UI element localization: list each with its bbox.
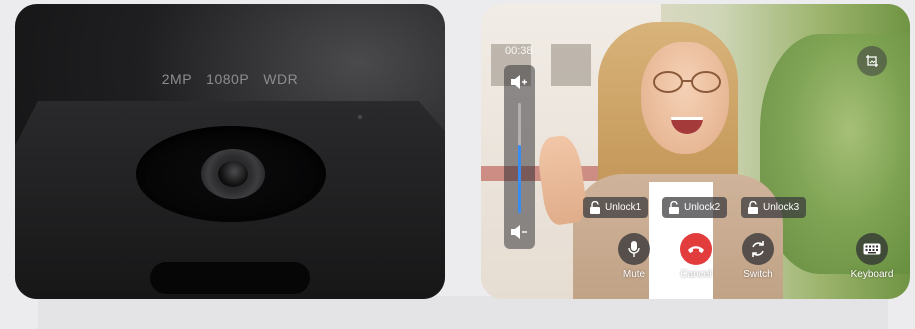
unlock-1-button[interactable]: Unlock1: [583, 197, 649, 218]
light-sensor: [358, 115, 362, 119]
keyboard-label: Keyboard: [850, 269, 894, 280]
volume-slider[interactable]: [504, 65, 535, 249]
volume-track[interactable]: [518, 103, 521, 213]
unlock-2-button[interactable]: Unlock2: [662, 197, 728, 218]
microphone-icon[interactable]: [618, 233, 650, 265]
unlock-3-button[interactable]: Unlock3: [741, 197, 807, 218]
video-call-panel: 00:38 Unlock1 Unlock2 Unlock3 Mute Cance…: [481, 4, 910, 299]
cancel-call-button[interactable]: Cancel: [666, 233, 726, 280]
volume-up-icon[interactable]: [508, 71, 530, 93]
keyboard-icon[interactable]: [856, 233, 888, 265]
caller-face: [641, 42, 729, 154]
screenshot-button[interactable]: [857, 46, 887, 76]
switch-button[interactable]: Switch: [728, 233, 788, 280]
volume-level: [518, 144, 521, 213]
unlock-icon: [590, 201, 600, 214]
cancel-label: Cancel: [680, 269, 712, 280]
caller-glasses: [653, 71, 721, 93]
switch-camera-icon[interactable]: [742, 233, 774, 265]
mute-label: Mute: [622, 269, 646, 280]
mute-button[interactable]: Mute: [604, 233, 664, 280]
unlock-icon: [669, 201, 679, 214]
hangup-icon[interactable]: [680, 233, 712, 265]
call-timer: 00:38: [505, 45, 533, 57]
unlock-2-label: Unlock2: [684, 202, 721, 213]
switch-label: Switch: [743, 269, 773, 280]
unlock-3-label: Unlock3: [763, 202, 800, 213]
unlock-1-label: Unlock1: [605, 202, 642, 213]
ir-sensor: [150, 262, 310, 294]
background-band: [38, 296, 888, 329]
keyboard-button[interactable]: Keyboard: [842, 233, 902, 280]
lens-core: [218, 161, 248, 187]
camera-specs: 2MP 1080P WDR: [161, 71, 299, 87]
building-window: [551, 44, 591, 86]
camera-product-panel: 2MP 1080P WDR: [15, 4, 445, 299]
unlock-icon: [748, 201, 758, 214]
screenshot-icon: [866, 55, 878, 67]
volume-down-icon[interactable]: [508, 221, 530, 243]
